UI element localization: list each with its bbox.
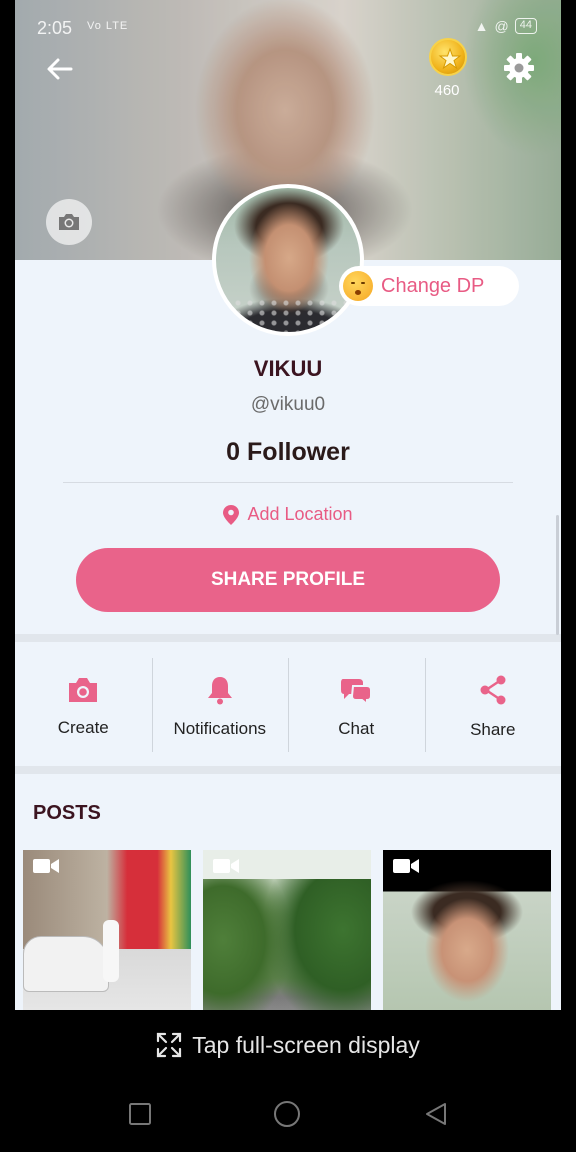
chat-icon bbox=[341, 679, 373, 705]
profile-screen: 2:05 Vo LTE ▲ @ 44 460 Change DP VIKUU @… bbox=[15, 0, 561, 1010]
back-arrow-icon bbox=[47, 58, 73, 80]
fullscreen-prompt[interactable]: Tap full-screen display bbox=[0, 1010, 576, 1080]
emoji-icon bbox=[343, 271, 373, 301]
profile-name: VIKUU bbox=[253, 356, 323, 381]
status-time: 2:05 bbox=[37, 18, 73, 38]
status-bar: 2:05 Vo LTE ▲ @ 44 bbox=[15, 0, 561, 56]
back-nav-icon[interactable] bbox=[424, 1102, 448, 1126]
share-label: Share bbox=[470, 720, 516, 739]
post-thumbnail[interactable] bbox=[23, 850, 191, 1010]
signal-indicator: Vo LTE bbox=[87, 20, 129, 32]
add-location-label: Add Location bbox=[247, 504, 353, 524]
thumbnail-person bbox=[103, 920, 119, 982]
battery-indicator: 44 bbox=[514, 18, 537, 34]
fullscreen-label: Tap full-screen display bbox=[192, 1031, 420, 1058]
video-camera-icon bbox=[213, 859, 239, 873]
bell-icon bbox=[207, 677, 232, 705]
chat-button[interactable]: Chat bbox=[288, 648, 425, 766]
camera-icon bbox=[59, 214, 79, 230]
action-bar: Create Notifications Chat Share bbox=[15, 648, 561, 766]
location-pin-icon bbox=[223, 504, 240, 525]
change-dp-label: Change DP bbox=[381, 274, 485, 297]
change-cover-button[interactable] bbox=[46, 199, 92, 245]
share-profile-button[interactable]: SHARE PROFILE bbox=[76, 548, 500, 612]
notifications-button[interactable]: Notifications bbox=[151, 648, 289, 766]
settings-button[interactable] bbox=[501, 50, 537, 86]
avatar[interactable] bbox=[212, 184, 364, 336]
follower-count[interactable]: 0 Follower bbox=[15, 438, 561, 467]
coin-count: 460 bbox=[434, 82, 460, 99]
section-divider bbox=[15, 634, 561, 642]
coin-star-icon bbox=[438, 47, 462, 70]
gear-icon bbox=[504, 53, 534, 83]
status-icons: ▲ @ 44 bbox=[475, 18, 537, 34]
coin-icon[interactable] bbox=[429, 38, 467, 76]
post-thumbnail[interactable] bbox=[383, 850, 551, 1010]
notifications-label: Notifications bbox=[173, 719, 267, 738]
create-label: Create bbox=[57, 718, 109, 737]
section-divider bbox=[15, 766, 561, 774]
posts-grid bbox=[23, 850, 555, 1010]
at-icon: @ bbox=[494, 18, 509, 34]
profile-handle: @vikuu0 bbox=[250, 394, 326, 415]
avatar-shirt-pattern bbox=[232, 298, 352, 332]
video-camera-icon bbox=[393, 859, 419, 873]
alarm-icon: ▲ bbox=[474, 18, 489, 34]
chat-label: Chat bbox=[338, 719, 375, 738]
posts-heading: POSTS bbox=[33, 802, 101, 824]
post-thumbnail[interactable] bbox=[203, 850, 371, 1010]
video-camera-icon bbox=[33, 859, 59, 873]
system-nav-bar bbox=[0, 1080, 576, 1152]
change-dp-button[interactable]: Change DP bbox=[339, 266, 519, 306]
share-button[interactable]: Share bbox=[424, 648, 562, 766]
share-icon bbox=[480, 675, 506, 705]
add-location-button[interactable]: Add Location bbox=[15, 504, 561, 525]
back-button[interactable] bbox=[43, 52, 77, 86]
recents-icon[interactable] bbox=[128, 1102, 152, 1126]
thumbnail-car bbox=[23, 936, 109, 992]
scrollbar[interactable] bbox=[556, 515, 559, 635]
divider bbox=[63, 482, 513, 483]
create-button[interactable]: Create bbox=[15, 648, 152, 766]
expand-icon bbox=[157, 1032, 182, 1058]
camera-icon bbox=[69, 678, 98, 702]
home-icon[interactable] bbox=[273, 1100, 301, 1128]
